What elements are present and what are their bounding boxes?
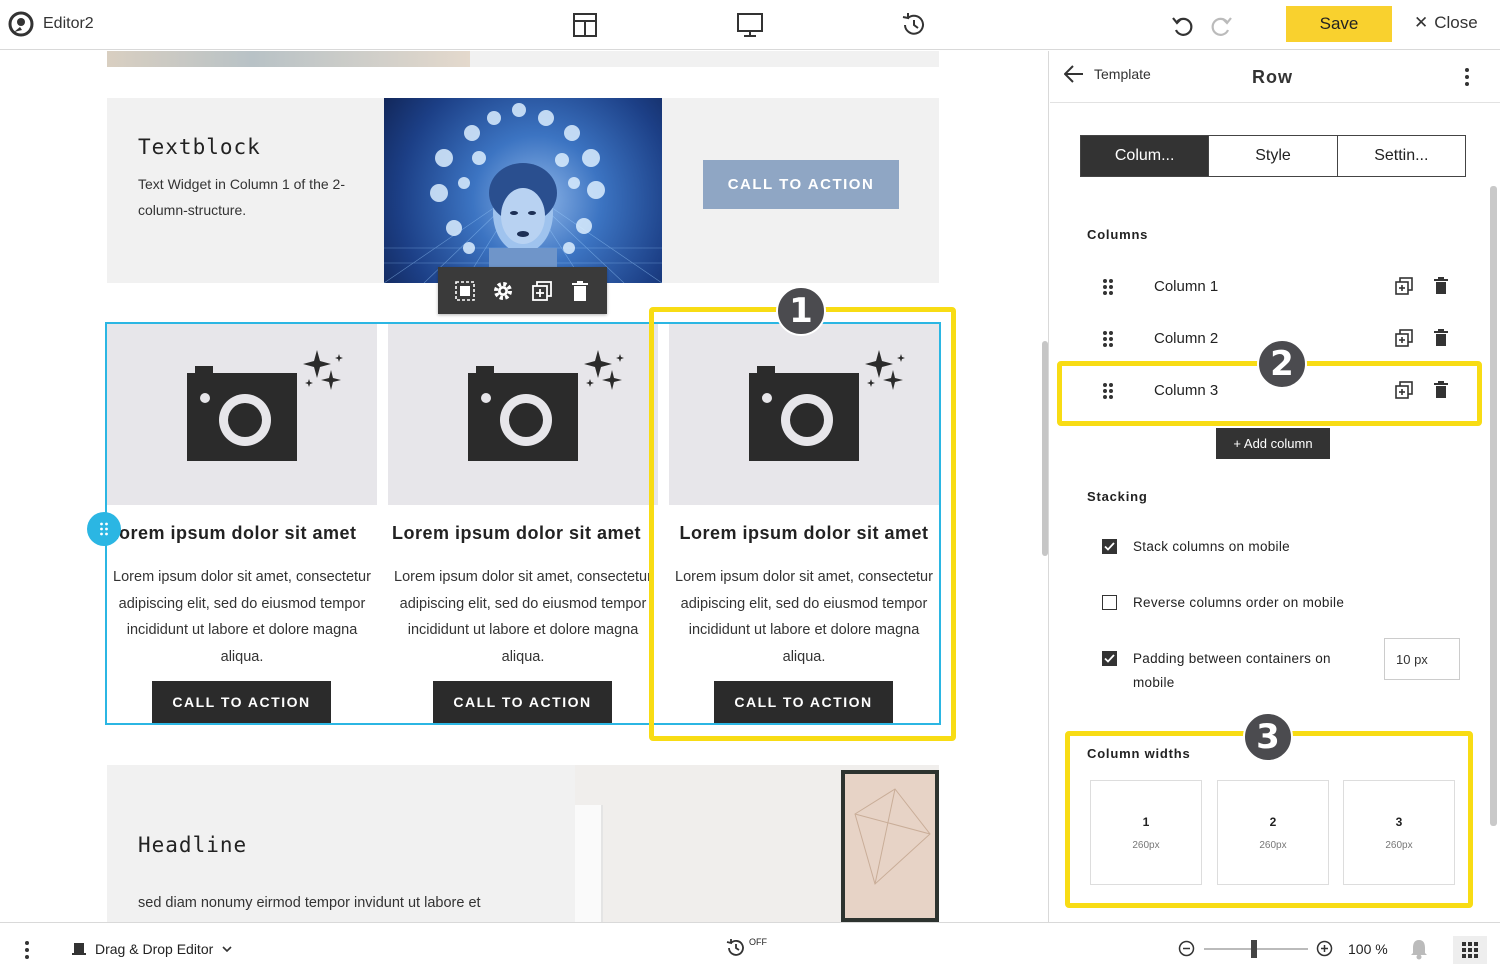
bell-icon[interactable] <box>1409 938 1429 960</box>
image-placeholder[interactable] <box>107 324 377 505</box>
textblock-text[interactable]: Text Widget in Column 1 of the 2-column-… <box>138 171 358 223</box>
columns-section-label: Columns <box>1087 227 1149 242</box>
duplicate-icon[interactable] <box>1395 329 1413 347</box>
app-logo-icon <box>8 11 34 37</box>
drag-grip-icon[interactable] <box>1102 330 1114 348</box>
checkbox-checked[interactable] <box>1102 651 1117 666</box>
callout-frame-1 <box>649 307 956 741</box>
tab-style[interactable]: Style <box>1209 136 1338 176</box>
editor-mode-label: Drag & Drop Editor <box>95 941 214 957</box>
top-image <box>107 51 470 67</box>
image-placeholder[interactable] <box>388 324 658 505</box>
top-image-row[interactable] <box>107 51 939 67</box>
column-body[interactable]: Lorem ipsum dolor sit amet, consectetur … <box>388 564 658 670</box>
app-title: Editor2 <box>43 15 94 32</box>
select-icon[interactable] <box>453 279 477 303</box>
panel-scrollbar[interactable] <box>1490 186 1497 826</box>
checkbox-checked[interactable] <box>1102 539 1117 554</box>
option-label: Padding between containers on mobile <box>1133 651 1331 690</box>
framed-art <box>841 770 939 922</box>
call-to-action-button[interactable]: CALL TO ACTION <box>152 681 331 723</box>
autosave-state: OFF <box>749 937 767 947</box>
callout-badge-1: 1 <box>776 286 826 336</box>
column-list-item[interactable]: Column 1 <box>1080 265 1470 309</box>
layout-icon[interactable] <box>570 10 600 40</box>
two-column-row[interactable]: Textblock Text Widget in Column 1 of the… <box>107 98 939 283</box>
headline-row[interactable]: Headline sed diam nonumy eirmod tempor i… <box>107 765 939 922</box>
editor-mode-icon <box>72 943 86 955</box>
panel-tabs: Colum... Style Settin... <box>1080 135 1466 177</box>
column-name: Column 1 <box>1154 278 1219 295</box>
call-to-action-button[interactable]: CALL TO ACTION <box>433 681 612 723</box>
textblock-title[interactable]: Textblock <box>138 135 261 159</box>
desktop-preview-icon[interactable] <box>735 10 765 40</box>
top-bar: Editor2 Save ✕ Close <box>0 0 1500 50</box>
checkbox-unchecked[interactable] <box>1102 595 1117 610</box>
callout-badge-2: 2 <box>1257 339 1307 389</box>
add-column-button[interactable]: + Add column <box>1216 428 1330 459</box>
social-media-image[interactable] <box>384 98 662 283</box>
trash-icon[interactable] <box>1434 329 1448 347</box>
timer-icon <box>726 939 744 956</box>
trash-icon[interactable] <box>1434 277 1448 295</box>
chevron-down-icon <box>222 946 232 952</box>
option-label: Stack columns on mobile <box>1133 539 1290 554</box>
undo-icon[interactable] <box>1167 10 1197 40</box>
more-options-icon[interactable] <box>24 940 30 960</box>
close-icon: ✕ <box>1414 13 1429 32</box>
apps-grid-button[interactable] <box>1453 936 1487 964</box>
close-label: Close <box>1434 13 1478 32</box>
more-options-icon[interactable] <box>1464 67 1470 87</box>
panel-title: Row <box>1252 67 1293 87</box>
row-drag-handle[interactable] <box>87 512 121 546</box>
column-body[interactable]: Lorem ipsum dolor sit amet, consectetur … <box>107 564 377 670</box>
callout-badge-3: 3 <box>1243 712 1293 762</box>
social-media-illustration <box>384 103 662 283</box>
save-button[interactable]: Save <box>1286 6 1392 42</box>
tab-columns[interactable]: Colum... <box>1081 136 1210 176</box>
grid-icon <box>1462 942 1478 958</box>
column-heading[interactable]: Lorem ipsum dolor sit amet <box>107 523 367 544</box>
camera-icon <box>187 350 343 461</box>
drag-grip-icon[interactable] <box>1102 278 1114 296</box>
column-name: Column 2 <box>1154 330 1219 347</box>
duplicate-icon[interactable] <box>1395 277 1413 295</box>
back-label: Template <box>1094 66 1151 82</box>
call-to-action-button[interactable]: CALL TO ACTION <box>703 160 899 209</box>
column-1[interactable]: Lorem ipsum dolor sit amet Lorem ipsum d… <box>107 324 377 723</box>
back-to-template[interactable]: Template <box>1064 65 1151 83</box>
headline-text[interactable]: sed diam nonumy eirmod tempor invidunt u… <box>138 895 481 911</box>
bottom-bar: Drag & Drop Editor OFF 100 % <box>0 922 1500 975</box>
autosave-toggle[interactable]: OFF <box>725 937 767 959</box>
row-toolbar <box>438 267 607 314</box>
panel-header: Template Row <box>1050 51 1500 103</box>
arrow-left-icon <box>1064 65 1083 83</box>
camera-icon <box>468 350 624 461</box>
canvas-scrollbar[interactable] <box>1042 341 1048 556</box>
tab-settings[interactable]: Settin... <box>1337 136 1465 176</box>
reverse-columns-option[interactable]: Reverse columns order on mobile <box>1102 591 1344 615</box>
redo-icon[interactable] <box>1207 10 1237 40</box>
zoom-slider-handle[interactable] <box>1251 940 1257 958</box>
zoom-level: 100 % <box>1348 941 1388 957</box>
padding-containers-option[interactable]: Padding between containers on mobile <box>1102 647 1342 695</box>
stack-columns-option[interactable]: Stack columns on mobile <box>1102 535 1290 559</box>
column-heading[interactable]: Lorem ipsum dolor sit amet <box>388 523 658 544</box>
zoom-in-icon[interactable] <box>1316 940 1333 957</box>
headline[interactable]: Headline <box>138 833 247 857</box>
duplicate-icon[interactable] <box>530 279 554 303</box>
padding-input[interactable] <box>1384 638 1460 680</box>
trash-icon[interactable] <box>568 279 592 303</box>
editor-mode-select[interactable]: Drag & Drop Editor <box>72 941 232 957</box>
history-icon[interactable] <box>899 10 929 40</box>
close-button[interactable]: ✕ Close <box>1414 13 1478 33</box>
column-2[interactable]: Lorem ipsum dolor sit amet Lorem ipsum d… <box>388 324 658 723</box>
stacking-section-label: Stacking <box>1087 489 1148 504</box>
grip-icon <box>100 522 108 536</box>
zoom-out-icon[interactable] <box>1178 940 1195 957</box>
gear-icon[interactable] <box>491 279 515 303</box>
option-label: Reverse columns order on mobile <box>1133 595 1345 610</box>
